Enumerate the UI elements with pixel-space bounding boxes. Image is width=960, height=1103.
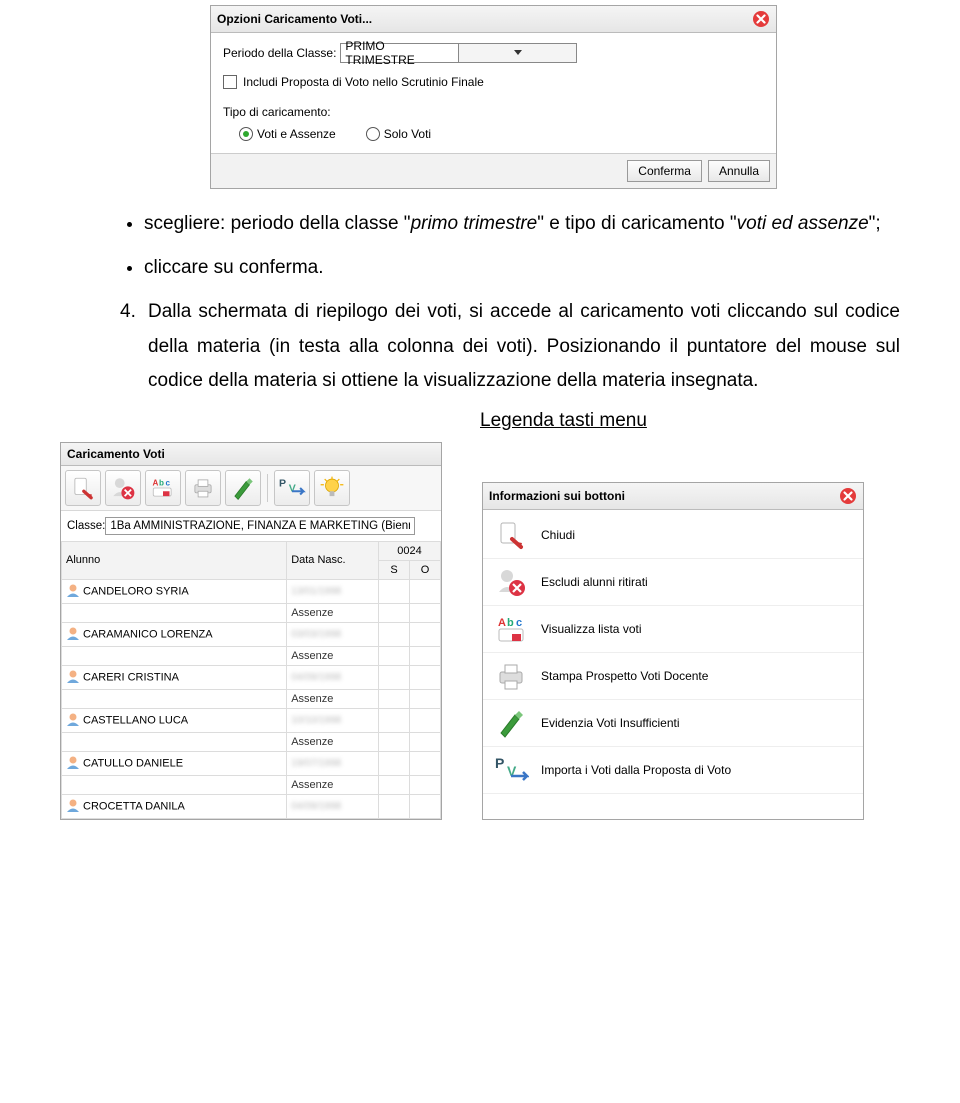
bullet-1: scegliere: periodo della classe "primo t… (144, 207, 900, 241)
classe-input[interactable] (105, 517, 415, 535)
table-row[interactable]: CARERI CRISTINA04/09/1998 (62, 665, 441, 689)
close-icon[interactable] (752, 10, 770, 28)
classe-row: Classe: (61, 511, 441, 541)
radio-icon (366, 127, 380, 141)
toolbar-close-button[interactable] (65, 470, 101, 506)
dialog-footer: Conferma Annulla (211, 153, 776, 188)
table-row[interactable]: CANDELORO SYRIA13/01/1998 (62, 579, 441, 603)
svg-text:V: V (289, 482, 296, 494)
info-label: Evidenzia Voti Insufficienti (541, 716, 680, 730)
radio-voti-assenze[interactable]: Voti e Assenze (239, 127, 336, 141)
info-label: Visualizza lista voti (541, 622, 642, 636)
legend-heading: Legenda tasti menu (480, 410, 960, 432)
options-dialog: Opzioni Caricamento Voti... Periodo dell… (210, 5, 777, 189)
dialog-titlebar: Opzioni Caricamento Voti... (211, 6, 776, 33)
periodo-value: PRIMO TRIMESTRE (341, 39, 458, 67)
col-data: Data Nasc. (287, 541, 379, 579)
annulla-button[interactable]: Annulla (708, 160, 770, 182)
svg-text:A: A (498, 617, 506, 629)
svg-text:b: b (507, 617, 514, 629)
exclude-user-icon (493, 564, 529, 600)
caricamento-voti-panel: Caricamento Voti Abc PV (60, 442, 442, 820)
info-row-evidenzia: Evidenzia Voti Insufficienti (483, 700, 863, 747)
toolbar-exclude-button[interactable] (105, 470, 141, 506)
chevron-down-icon (458, 44, 576, 62)
instruction-text: scegliere: periodo della classe "primo t… (120, 207, 900, 398)
toolbar-highlight-button[interactable] (225, 470, 261, 506)
svg-text:P: P (495, 755, 504, 771)
periodo-label: Periodo della Classe: (223, 46, 336, 60)
close-icon[interactable] (839, 487, 857, 505)
info-row-chiudi: Chiudi (483, 512, 863, 559)
toolbar-bulb-button[interactable] (314, 470, 350, 506)
students-table: Alunno Data Nasc. 0024 S O CANDELORO SYR… (61, 541, 441, 819)
info-bottoni-panel: Informazioni sui bottoni Chiudi Escludi … (482, 482, 864, 820)
toolbar-import-button[interactable]: PV (274, 470, 310, 506)
includi-label: Includi Proposta di Voto nello Scrutinio… (243, 75, 484, 89)
step-number: 4. (120, 295, 148, 398)
periodo-select[interactable]: PRIMO TRIMESTRE (340, 43, 577, 63)
col-o: O (410, 560, 441, 579)
toolbar: Abc PV (61, 466, 441, 511)
svg-text:P: P (279, 477, 286, 489)
svg-text:b: b (159, 479, 164, 488)
abc-list-icon: Abc (493, 611, 529, 647)
info-label: Escludi alunni ritirati (541, 575, 648, 589)
table-row[interactable]: CASTELLANO LUCA10/10/1998 (62, 708, 441, 732)
student-icon (66, 669, 80, 686)
toolbar-print-button[interactable] (185, 470, 221, 506)
panel-titlebar: Informazioni sui bottoni (483, 483, 863, 510)
info-row-stampa: Stampa Prospetto Voti Docente (483, 653, 863, 700)
student-icon (66, 626, 80, 643)
panel-title: Informazioni sui bottoni (489, 489, 625, 503)
pv-import-icon: PV (493, 752, 529, 788)
classe-label: Classe: (67, 520, 105, 532)
dialog-title: Opzioni Caricamento Voti... (217, 12, 372, 26)
table-row[interactable]: CROCETTA DANILA04/09/1998 (62, 794, 441, 818)
conferma-button[interactable]: Conferma (627, 160, 702, 182)
student-icon (66, 798, 80, 815)
info-label: Importa i Voti dalla Proposta di Voto (541, 763, 731, 777)
panel-titlebar: Caricamento Voti (61, 443, 441, 466)
info-label: Chiudi (541, 528, 575, 542)
svg-text:c: c (516, 617, 522, 629)
radio-label: Solo Voti (384, 127, 431, 141)
info-row-importa: PV Importa i Voti dalla Proposta di Voto (483, 747, 863, 794)
checkbox-icon (223, 75, 237, 89)
col-code[interactable]: 0024 (379, 541, 441, 560)
student-icon (66, 583, 80, 600)
info-row-lista: Abc Visualizza lista voti (483, 606, 863, 653)
printer-icon (493, 658, 529, 694)
includi-checkbox-row[interactable]: Includi Proposta di Voto nello Scrutinio… (223, 75, 764, 89)
info-label: Stampa Prospetto Voti Docente (541, 669, 708, 683)
screenshots-row: Caricamento Voti Abc PV (60, 442, 960, 820)
table-row[interactable]: CARAMANICO LORENZA03/03/1998 (62, 622, 441, 646)
dialog-body: Periodo della Classe: PRIMO TRIMESTRE In… (211, 33, 776, 153)
highlighter-icon (493, 705, 529, 741)
table-row[interactable]: CATULLO DANIELE19/07/1998 (62, 751, 441, 775)
col-alunno: Alunno (62, 541, 287, 579)
radio-solo-voti[interactable]: Solo Voti (366, 127, 431, 141)
info-row-escludi: Escludi alunni ritirati (483, 559, 863, 606)
bullet-2: cliccare su conferma. (144, 251, 900, 285)
step-4-text: Dalla schermata di riepilogo dei voti, s… (148, 295, 900, 398)
col-s: S (379, 560, 410, 579)
student-icon (66, 712, 80, 729)
student-icon (66, 755, 80, 772)
toolbar-list-button[interactable]: Abc (145, 470, 181, 506)
svg-text:c: c (165, 479, 170, 488)
radio-icon (239, 127, 253, 141)
svg-text:A: A (152, 479, 158, 488)
radio-label: Voti e Assenze (257, 127, 336, 141)
panel-title: Caricamento Voti (67, 447, 165, 461)
close-doc-icon (493, 517, 529, 553)
tipo-label: Tipo di caricamento: (223, 105, 764, 119)
